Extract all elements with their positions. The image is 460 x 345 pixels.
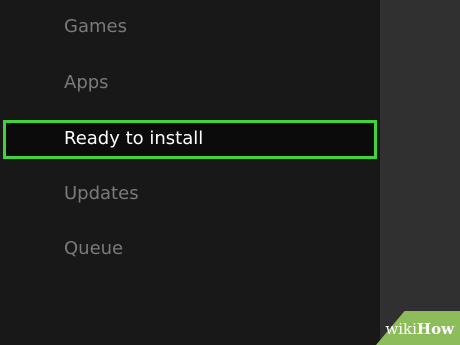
sidebar-item-ready-to-install[interactable]: Ready to install bbox=[3, 120, 377, 159]
watermark-prefix: wiki bbox=[385, 320, 417, 338]
sidebar-item-apps[interactable]: Apps bbox=[64, 72, 109, 94]
content-panel bbox=[380, 0, 460, 345]
watermark-suffix: How bbox=[416, 320, 454, 338]
watermark-logo: wikiHow bbox=[385, 322, 454, 337]
sidebar-item-queue[interactable]: Queue bbox=[64, 238, 123, 260]
sidebar-item-label: Ready to install bbox=[64, 128, 204, 149]
sidebar-item-updates[interactable]: Updates bbox=[64, 183, 139, 205]
sidebar-nav: Games Apps Ready to install Updates Queu… bbox=[0, 0, 380, 345]
sidebar-item-games[interactable]: Games bbox=[64, 16, 127, 38]
